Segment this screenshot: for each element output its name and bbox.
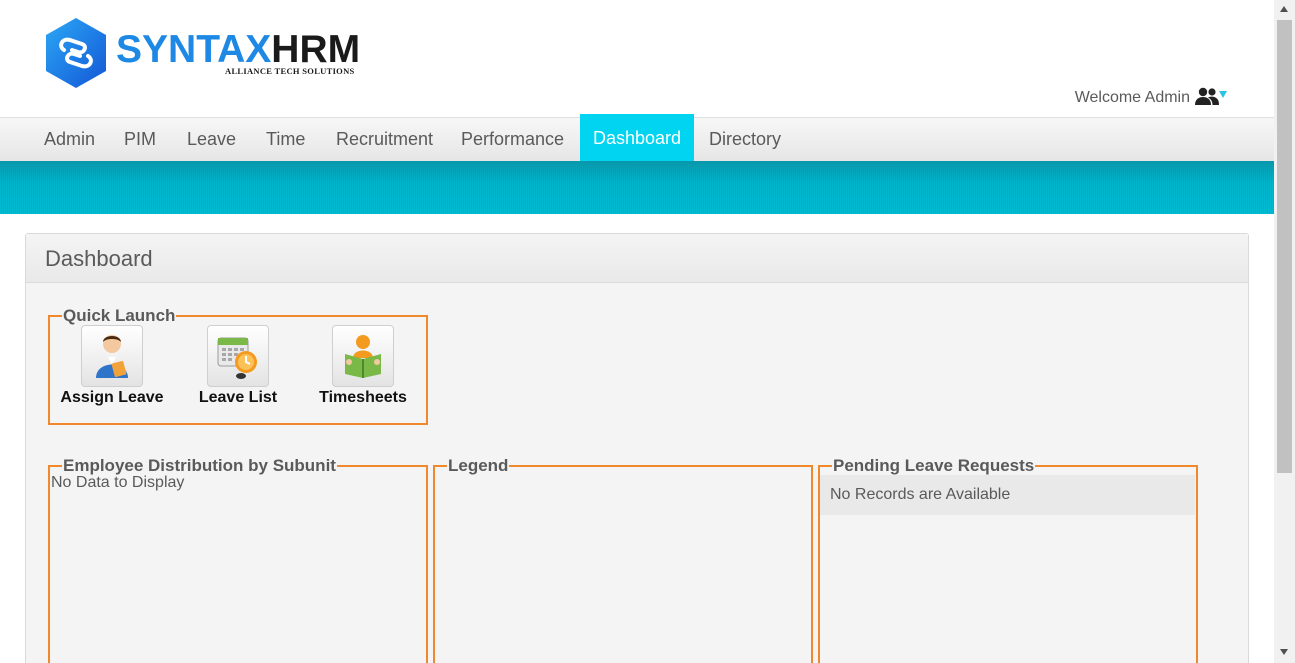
nav-item-time[interactable]: Time: [253, 118, 318, 162]
users-icon[interactable]: [1195, 86, 1219, 108]
page: SYNTAXHRM ALLIANCE TECH SOLUTIONS Welcom…: [0, 0, 1295, 663]
scroll-up-icon[interactable]: [1280, 6, 1288, 12]
welcome-link[interactable]: Welcome Admin: [1075, 89, 1190, 107]
nav-item-dashboard[interactable]: Dashboard: [580, 114, 695, 162]
nav-item-pim[interactable]: PIM: [111, 118, 169, 162]
pending-leave-legend: Pending Leave Requests: [832, 456, 1036, 476]
nav-item-directory[interactable]: Directory: [696, 118, 794, 162]
chevron-down-icon[interactable]: [1219, 91, 1227, 98]
dashboard-panel: Dashboard Quick Launch Assign Leave Leav…: [25, 233, 1249, 663]
logo[interactable]: SYNTAXHRM ALLIANCE TECH SOLUTIONS: [44, 16, 374, 90]
no-records-message: No Records are Available: [820, 475, 1195, 515]
quick-launch-legend: Quick Launch: [62, 306, 177, 326]
page-title: Dashboard: [45, 246, 153, 271]
vertical-scrollbar[interactable]: [1274, 0, 1295, 663]
nav-band: [0, 161, 1274, 214]
logo-tagline: ALLIANCE TECH SOLUTIONS: [225, 66, 355, 76]
leave-list-label[interactable]: Leave List: [178, 389, 298, 407]
scrollbar-thumb[interactable]: [1277, 20, 1292, 473]
nav-item-performance[interactable]: Performance: [448, 118, 577, 162]
timesheets-label[interactable]: Timesheets: [303, 389, 423, 407]
quick-launch-timesheets[interactable]: Timesheets: [303, 325, 423, 407]
legend-legend: Legend: [447, 456, 510, 476]
logo-suffix: HRM: [271, 28, 361, 71]
quick-launch-assign-leave[interactable]: Assign Leave: [52, 325, 172, 407]
leave-list-icon[interactable]: [207, 325, 269, 387]
logo-name: SYNTAX: [116, 28, 272, 71]
nav-item-leave[interactable]: Leave: [174, 118, 249, 162]
nav-item-admin[interactable]: Admin: [31, 118, 108, 162]
legend-section: Legend: [433, 456, 813, 663]
quick-launch-section: Quick Launch Assign Leave Leave List Tim…: [48, 306, 428, 425]
pending-leave-section: Pending Leave Requests No Records are Av…: [818, 456, 1198, 663]
header: SYNTAXHRM ALLIANCE TECH SOLUTIONS Welcom…: [0, 0, 1274, 118]
logo-hex-icon: [46, 18, 106, 88]
timesheets-icon[interactable]: [332, 325, 394, 387]
assign-leave-label[interactable]: Assign Leave: [52, 389, 172, 407]
logo-text: SYNTAXHRM: [116, 30, 360, 70]
no-data-message: No Data to Display: [51, 474, 185, 491]
panel-header: Dashboard: [26, 234, 1248, 283]
quick-launch-leave-list[interactable]: Leave List: [178, 325, 298, 407]
nav-item-recruitment[interactable]: Recruitment: [323, 118, 446, 162]
assign-leave-icon[interactable]: [81, 325, 143, 387]
main-nav: Admin PIM Leave Time Recruitment Perform…: [0, 114, 1274, 162]
employee-distribution-legend: Employee Distribution by Subunit: [62, 456, 337, 476]
scroll-down-icon[interactable]: [1280, 649, 1288, 655]
employee-distribution-section: Employee Distribution by Subunit No Data…: [48, 456, 428, 663]
